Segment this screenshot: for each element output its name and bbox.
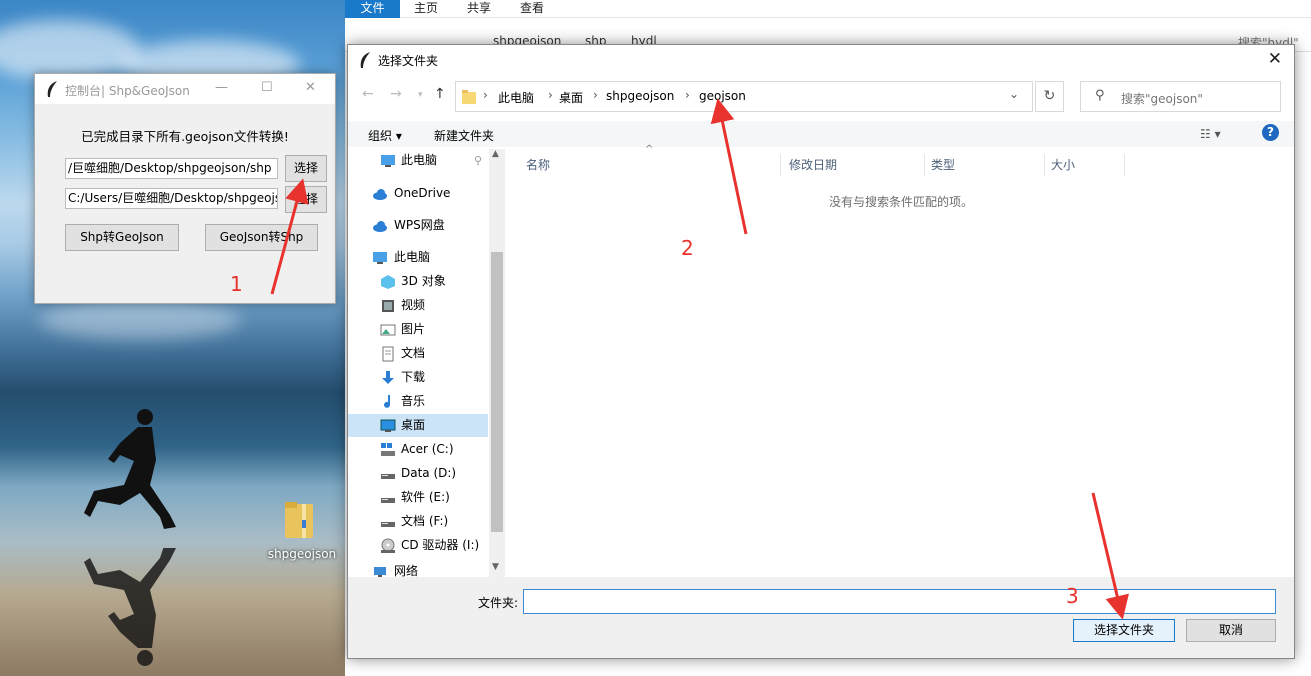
annotation-overlay [270, 98, 1129, 620]
annotation-number-1: 1 [230, 272, 243, 296]
annotation-arrow-1 [270, 178, 309, 295]
annotation-arrow-3 [1091, 492, 1129, 620]
annotation-arrow-2 [710, 98, 748, 235]
annotation-number-2: 2 [681, 236, 694, 260]
annotation-number-3: 3 [1066, 584, 1079, 608]
